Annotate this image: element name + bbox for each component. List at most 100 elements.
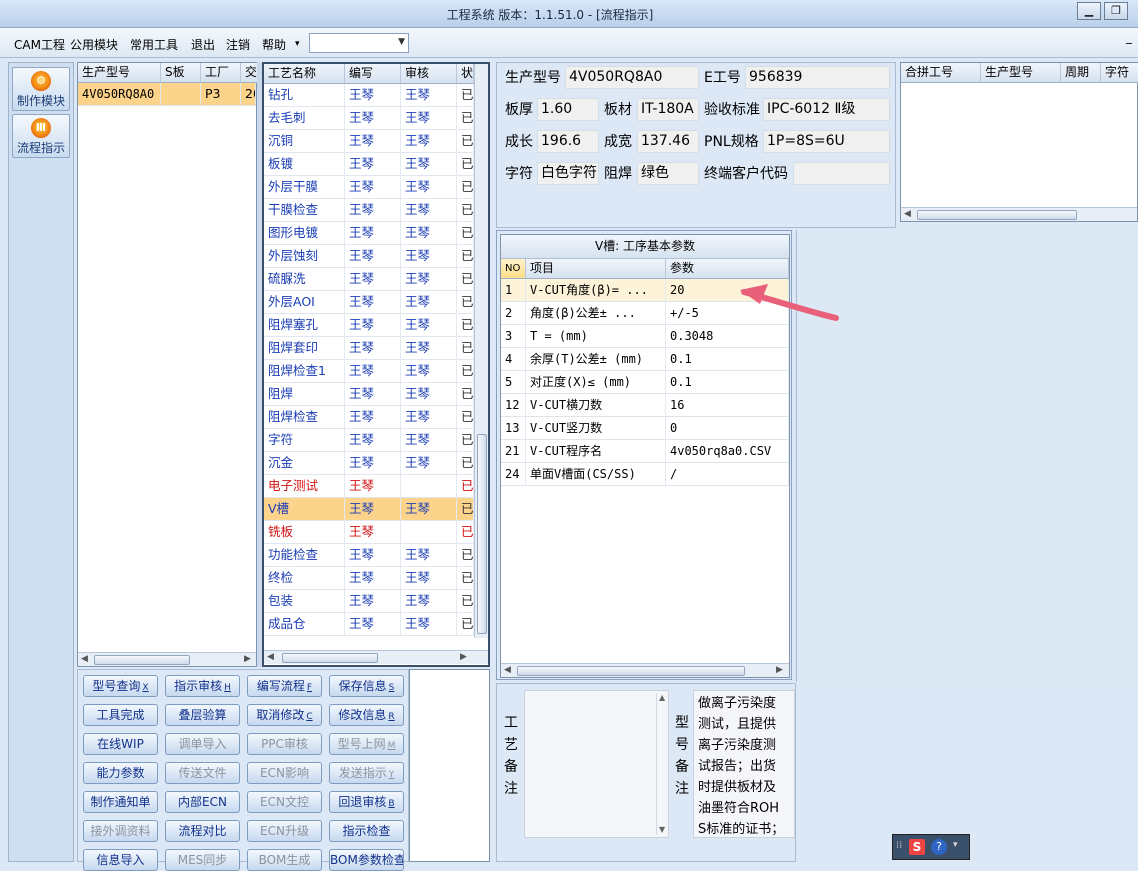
- menu-overflow-icon[interactable]: ▾: [295, 39, 300, 49]
- sogou-icon[interactable]: S: [909, 839, 925, 855]
- menu-combo[interactable]: ▼: [309, 33, 409, 53]
- mask-field[interactable]: 绿色: [637, 162, 699, 185]
- table-row[interactable]: 图形电镀 王琴 王琴已: [264, 222, 474, 245]
- minimize-button[interactable]: ▁: [1077, 2, 1101, 20]
- table-row[interactable]: 沉金 王琴 王琴已: [264, 452, 474, 475]
- scroll-right-icon[interactable]: ▶: [460, 652, 467, 662]
- col-header-char[interactable]: 字符: [1101, 63, 1138, 83]
- scroll-thumb[interactable]: [94, 655, 190, 665]
- table-row[interactable]: 阻焊 王琴 王琴已: [264, 383, 474, 406]
- flow-guide-button[interactable]: Ⅲ 流程指示: [12, 114, 70, 158]
- mdi-minimize-button[interactable]: _: [1126, 30, 1132, 44]
- table-row[interactable]: 阻焊检查1 王琴 王琴已: [264, 360, 474, 383]
- scroll-left-icon[interactable]: ◀: [904, 209, 911, 219]
- action-button-11[interactable]: 型号上网 M: [329, 733, 404, 755]
- col-header-writer[interactable]: 编写: [345, 64, 401, 84]
- action-button-15[interactable]: 发送指示 Y: [329, 762, 404, 784]
- menu-help[interactable]: 帮助: [262, 36, 286, 53]
- table-row[interactable]: 干膜检查 王琴 王琴已: [264, 199, 474, 222]
- table-row[interactable]: 24 单面V槽面(CS/SS) /: [501, 463, 789, 486]
- width-field[interactable]: 137.46: [637, 130, 699, 153]
- chevron-down-icon[interactable]: ▾: [953, 840, 958, 850]
- action-button-10[interactable]: PPC审核: [247, 733, 322, 755]
- table-row[interactable]: 电子测试 王琴 已: [264, 475, 474, 498]
- col-header-param[interactable]: 参数: [666, 259, 789, 279]
- table-row[interactable]: V槽 王琴 王琴已: [264, 498, 474, 521]
- scroll-right-icon[interactable]: ▶: [244, 654, 251, 664]
- table-row[interactable]: 12 V-CUT横刀数 16: [501, 394, 789, 417]
- table-row[interactable]: 4V050RQ8A0 P3 20: [78, 83, 256, 106]
- menu-common-module[interactable]: 公用模块: [70, 36, 118, 53]
- action-button-21[interactable]: 流程对比: [165, 820, 240, 842]
- action-button-6[interactable]: 取消修改 C: [247, 704, 322, 726]
- material-field[interactable]: IT-180A: [637, 98, 699, 121]
- action-button-4[interactable]: 工具完成: [83, 704, 158, 726]
- action-button-19[interactable]: 回退审核 B: [329, 791, 404, 813]
- menu-tools[interactable]: 常用工具: [130, 36, 178, 53]
- table-row[interactable]: 包装 王琴 王琴已: [264, 590, 474, 613]
- action-button-3[interactable]: 保存信息 S: [329, 675, 404, 697]
- table-row[interactable]: 铣板 王琴 已: [264, 521, 474, 544]
- table-row[interactable]: 外层蚀刻 王琴 王琴已: [264, 245, 474, 268]
- table-row[interactable]: 功能检查 王琴 王琴已: [264, 544, 474, 567]
- action-button-23[interactable]: 指示检查: [329, 820, 404, 842]
- action-button-8[interactable]: 在线WIP: [83, 733, 158, 755]
- table-row[interactable]: 硫脲洗 王琴 王琴已: [264, 268, 474, 291]
- col-header-factory[interactable]: 工厂: [201, 63, 241, 83]
- col-header-s-board[interactable]: S板: [161, 63, 201, 83]
- action-button-27[interactable]: BOM参数检查: [329, 849, 404, 871]
- col-header-delivery[interactable]: 交: [241, 63, 258, 83]
- col-header-model[interactable]: 生产型号: [78, 63, 161, 83]
- action-button-25[interactable]: MES同步: [165, 849, 240, 871]
- char-field[interactable]: 白色字符: [537, 162, 599, 185]
- action-button-1[interactable]: 指示审核 H: [165, 675, 240, 697]
- action-button-22[interactable]: ECN升级: [247, 820, 322, 842]
- eno-field[interactable]: 956839: [745, 66, 890, 89]
- action-button-7[interactable]: 修改信息 R: [329, 704, 404, 726]
- model-field[interactable]: 4V050RQ8A0: [565, 66, 699, 89]
- col-header-reviewer[interactable]: 审核: [401, 64, 457, 84]
- maximize-button[interactable]: ❐: [1104, 2, 1128, 20]
- scroll-down-icon[interactable]: ▼: [659, 825, 665, 834]
- help-icon[interactable]: ?: [931, 839, 947, 855]
- length-field[interactable]: 196.6: [537, 130, 599, 153]
- action-button-18[interactable]: ECN文控: [247, 791, 322, 813]
- action-button-12[interactable]: 能力参数: [83, 762, 158, 784]
- action-button-2[interactable]: 编写流程 F: [247, 675, 322, 697]
- table-row[interactable]: 去毛刺 王琴 王琴已: [264, 107, 474, 130]
- action-button-13[interactable]: 传送文件: [165, 762, 240, 784]
- action-button-26[interactable]: BOM生成: [247, 849, 322, 871]
- scroll-thumb[interactable]: [517, 666, 745, 676]
- table-row[interactable]: 板镀 王琴 王琴已: [264, 153, 474, 176]
- v-groove-hscroll[interactable]: ◀ ▶: [501, 663, 789, 677]
- col-header-process-name[interactable]: 工艺名称: [264, 64, 345, 84]
- table-row[interactable]: 阻焊套印 王琴 王琴已: [264, 337, 474, 360]
- table-row[interactable]: 4 余厚(T)公差± (mm) 0.1: [501, 348, 789, 371]
- table-row[interactable]: 钻孔 王琴 王琴已: [264, 84, 474, 107]
- standard-field[interactable]: IPC-6012 Ⅱ级: [763, 98, 890, 121]
- action-button-14[interactable]: ECN影响: [247, 762, 322, 784]
- table-row[interactable]: 5 对正度(X)≤ (mm) 0.1: [501, 371, 789, 394]
- col-header-period[interactable]: 周期: [1061, 63, 1101, 83]
- table-row[interactable]: 阻焊检查 王琴 王琴已: [264, 406, 474, 429]
- scroll-left-icon[interactable]: ◀: [267, 652, 274, 662]
- action-button-9[interactable]: 调单导入: [165, 733, 240, 755]
- scroll-thumb[interactable]: [477, 434, 487, 634]
- table-row[interactable]: 阻焊塞孔 王琴 王琴已: [264, 314, 474, 337]
- pnl-field[interactable]: 1P=8S=6U: [763, 130, 890, 153]
- table-row[interactable]: 21 V-CUT程序名 4v050rq8a0.CSV: [501, 440, 789, 463]
- process-vscroll[interactable]: [474, 64, 488, 638]
- menu-logout[interactable]: 注销: [226, 36, 250, 53]
- process-hscroll[interactable]: ◀ ▶: [264, 650, 488, 664]
- scroll-thumb[interactable]: [917, 210, 1077, 220]
- table-row[interactable]: 成品仓 王琴 王琴已: [264, 613, 474, 636]
- craft-remark-vscroll[interactable]: ▲ ▼: [656, 693, 668, 835]
- action-button-5[interactable]: 叠层验算: [165, 704, 240, 726]
- craft-remark-textarea[interactable]: ▲ ▼: [524, 690, 669, 838]
- table-row[interactable]: 外层AOI 王琴 王琴已: [264, 291, 474, 314]
- col-header-status[interactable]: 状: [457, 64, 474, 84]
- scroll-right-icon[interactable]: ▶: [776, 665, 783, 675]
- ime-toolbar[interactable]: ⁞⁞ S ? ▾: [892, 834, 970, 860]
- table-row[interactable]: 外层干膜 王琴 王琴已: [264, 176, 474, 199]
- action-button-16[interactable]: 制作通知单: [83, 791, 158, 813]
